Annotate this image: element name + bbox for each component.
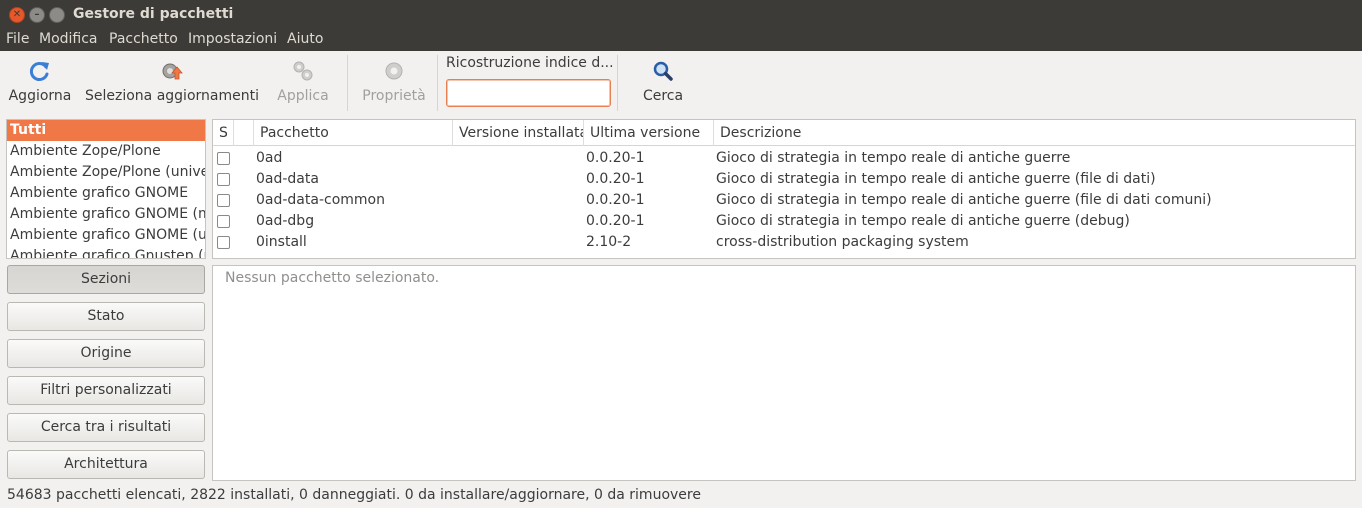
package-name: 0ad-data <box>256 171 319 187</box>
section-list[interactable]: Tutti Ambiente Zope/Plone Ambiente Zope/… <box>6 119 206 259</box>
magnifier-icon <box>653 61 673 81</box>
installed-version <box>459 211 584 232</box>
window-minimize-button[interactable]: – <box>29 7 45 23</box>
toolbar-separator <box>617 55 618 111</box>
menu-edit[interactable]: Modifica <box>39 31 98 47</box>
table-row[interactable]: 0ad-data-common 0.0.20-1 Gioco di strate… <box>213 190 1355 211</box>
installed-version <box>459 232 584 253</box>
package-checkbox[interactable] <box>217 152 230 165</box>
properties-gear-icon <box>385 62 403 80</box>
section-item[interactable]: Ambiente Zope/Plone (universe) <box>7 162 205 183</box>
menu-bar: File Modifica Pacchetto Impostazioni Aiu… <box>0 30 1362 51</box>
apply-button[interactable]: Applica <box>270 51 336 113</box>
details-text: Nessun pacchetto selezionato. <box>225 270 440 286</box>
latest-version: 0.0.20-1 <box>586 192 645 208</box>
reload-icon <box>29 62 49 81</box>
column-header-package[interactable]: Pacchetto <box>254 120 453 146</box>
package-description: Gioco di strategia in tempo reale di ant… <box>716 171 1156 187</box>
search-input[interactable] <box>446 79 611 107</box>
package-name: 0ad-dbg <box>256 213 315 229</box>
package-checkbox[interactable] <box>217 194 230 207</box>
table-row[interactable]: 0ad 0.0.20-1 Gioco di strategia in tempo… <box>213 148 1355 169</box>
package-description: Gioco di strategia in tempo reale di ant… <box>716 150 1071 166</box>
search-button[interactable]: Cerca <box>632 51 694 113</box>
latest-version: 0.0.20-1 <box>586 213 645 229</box>
package-table: S Pacchetto Versione installata Ultima v… <box>212 119 1356 259</box>
table-row[interactable]: 0install 2.10-2 cross-distribution packa… <box>213 232 1355 253</box>
latest-version: 0.0.20-1 <box>586 171 645 187</box>
column-header-status[interactable]: S <box>213 120 234 146</box>
menu-file[interactable]: File <box>6 31 29 47</box>
section-item[interactable]: Ambiente grafico Gnustep (universe) <box>7 246 205 258</box>
section-item-tutti[interactable]: Tutti <box>7 120 205 141</box>
column-header-support[interactable] <box>234 120 254 146</box>
apply-gears-icon <box>293 61 313 81</box>
table-row[interactable]: 0ad-data 0.0.20-1 Gioco di strategia in … <box>213 169 1355 190</box>
mark-upgrades-button[interactable]: Seleziona aggiornamenti <box>84 51 260 113</box>
installed-version <box>459 169 584 190</box>
installed-version <box>459 190 584 211</box>
column-header-description[interactable]: Descrizione <box>714 120 1355 146</box>
latest-version: 2.10-2 <box>586 234 632 250</box>
section-item[interactable]: Ambiente Zope/Plone <box>7 141 205 162</box>
column-header-installed-version[interactable]: Versione installata <box>453 120 584 146</box>
package-checkbox[interactable] <box>217 215 230 228</box>
package-name: 0install <box>256 234 307 250</box>
latest-version: 0.0.20-1 <box>586 150 645 166</box>
window-maximize-button[interactable] <box>49 7 65 23</box>
column-header-latest-version[interactable]: Ultima versione <box>584 120 714 146</box>
installed-version <box>459 148 584 169</box>
sections-filter-button[interactable]: Sezioni <box>7 265 205 294</box>
package-description: Gioco di strategia in tempo reale di ant… <box>716 213 1130 229</box>
close-icon: ✕ <box>12 9 22 20</box>
search-label: Ricostruzione indice d... <box>446 55 614 71</box>
reload-button[interactable]: Aggiorna <box>4 51 76 113</box>
architecture-filter-button[interactable]: Architettura <box>7 450 205 479</box>
toolbar-separator <box>437 55 438 111</box>
table-row[interactable]: 0ad-dbg 0.0.20-1 Gioco di strategia in t… <box>213 211 1355 232</box>
search-results-button[interactable]: Cerca tra i risultati <box>7 413 205 442</box>
properties-button[interactable]: Proprietà <box>356 51 432 113</box>
status-bar: 54683 pacchetti elencati, 2822 installat… <box>7 487 701 503</box>
origin-filter-button[interactable]: Origine <box>7 339 205 368</box>
status-filter-button[interactable]: Stato <box>7 302 205 331</box>
package-name: 0ad-data-common <box>256 192 385 208</box>
window-close-button[interactable]: ✕ <box>9 7 25 23</box>
details-pane: Nessun pacchetto selezionato. <box>212 265 1356 481</box>
menu-package[interactable]: Pacchetto <box>109 31 178 47</box>
toolbar: Aggiorna Seleziona aggiornamenti Applica… <box>0 51 1362 117</box>
window-title: Gestore di pacchetti <box>73 6 234 22</box>
section-item[interactable]: Ambiente grafico GNOME (multiverse) <box>7 204 205 225</box>
maximize-icon <box>50 8 64 22</box>
title-bar: ✕ – Gestore di pacchetti <box>0 0 1362 30</box>
upgrade-gear-icon <box>162 63 183 80</box>
toolbar-separator <box>347 55 348 111</box>
table-header: S Pacchetto Versione installata Ultima v… <box>213 120 1355 146</box>
menu-help[interactable]: Aiuto <box>287 31 323 47</box>
package-checkbox[interactable] <box>217 236 230 249</box>
package-description: Gioco di strategia in tempo reale di ant… <box>716 192 1212 208</box>
custom-filters-button[interactable]: Filtri personalizzati <box>7 376 205 405</box>
minimize-icon: – <box>34 9 40 20</box>
menu-settings[interactable]: Impostazioni <box>188 31 277 47</box>
package-description: cross-distribution packaging system <box>716 234 969 250</box>
package-checkbox[interactable] <box>217 173 230 186</box>
section-item[interactable]: Ambiente grafico GNOME (universe) <box>7 225 205 246</box>
package-name: 0ad <box>256 150 283 166</box>
section-item[interactable]: Ambiente grafico GNOME <box>7 183 205 204</box>
